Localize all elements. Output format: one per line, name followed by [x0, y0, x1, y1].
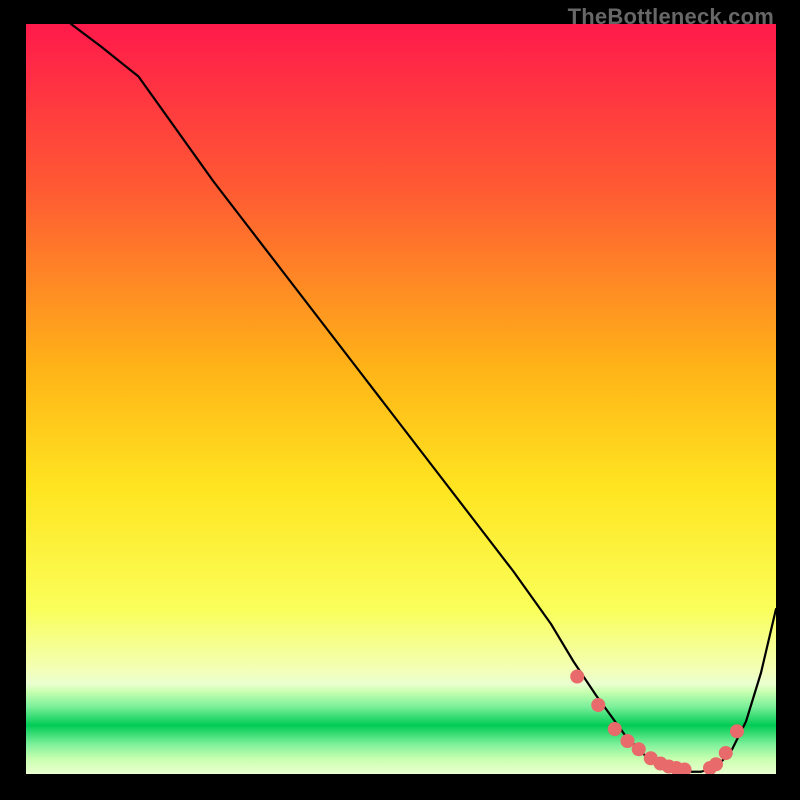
chart-svg: [26, 24, 776, 774]
gradient-background: [26, 24, 776, 774]
marker-dot: [632, 742, 646, 756]
marker-dot: [608, 722, 622, 736]
marker-dot: [719, 746, 733, 760]
chart-stage: TheBottleneck.com: [0, 0, 800, 800]
marker-dot: [570, 670, 584, 684]
marker-dot: [730, 724, 744, 738]
marker-dot: [621, 734, 635, 748]
marker-dot: [591, 698, 605, 712]
marker-dot: [709, 757, 723, 771]
